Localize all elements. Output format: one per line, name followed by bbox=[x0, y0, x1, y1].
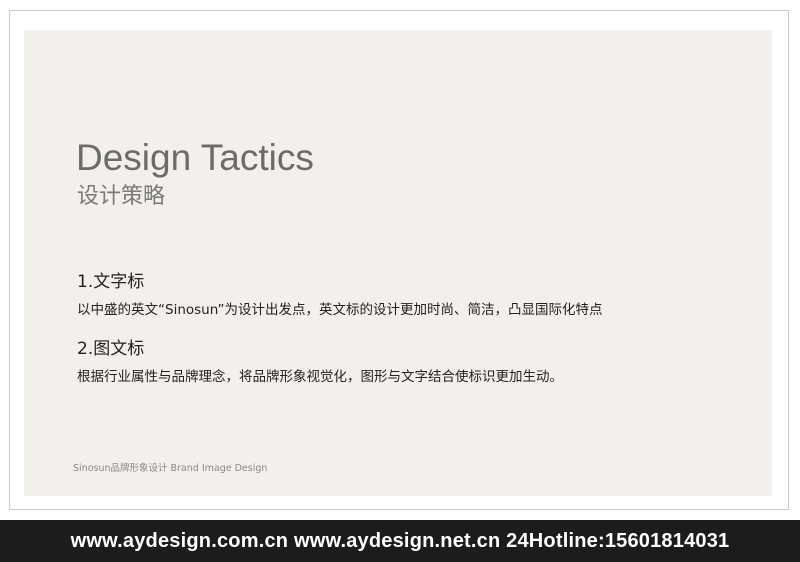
slide-panel bbox=[24, 30, 772, 496]
section-body-wordmark: 以中盛的英文“Sinosun”为设计出发点，英文标的设计更加时尚、简洁，凸显国际… bbox=[77, 302, 603, 318]
page-subtitle: 设计策略 bbox=[77, 184, 166, 209]
page-title: Design Tactics bbox=[76, 137, 314, 178]
section-heading-wordmark: 1.文字标 bbox=[77, 272, 145, 292]
footer-note: Sinosun品牌形象设计 Brand Image Design bbox=[73, 463, 268, 474]
section-body-combination-mark: 根据行业属性与品牌理念，将品牌形象视觉化，图形与文字结合使标识更加生动。 bbox=[77, 369, 563, 385]
contact-banner: www.aydesign.com.cn www.aydesign.net.cn … bbox=[0, 520, 800, 562]
section-heading-combination-mark: 2.图文标 bbox=[77, 339, 145, 359]
banner-text: www.aydesign.com.cn www.aydesign.net.cn … bbox=[70, 529, 730, 552]
